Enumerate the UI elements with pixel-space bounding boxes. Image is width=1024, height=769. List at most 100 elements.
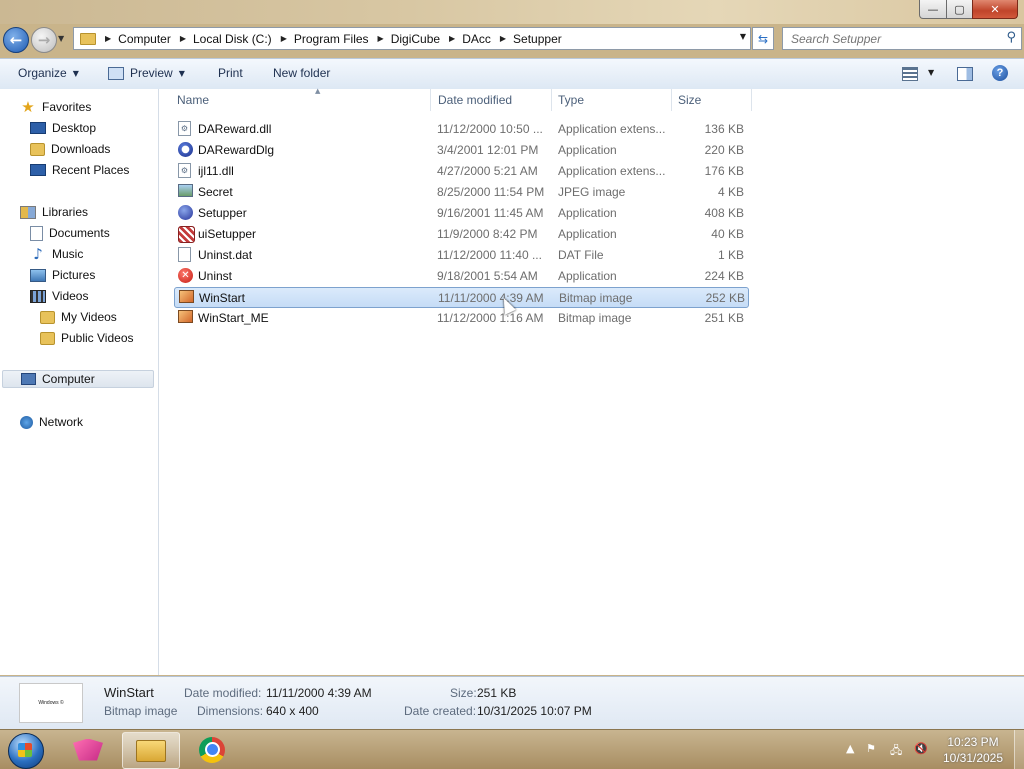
column-header-size[interactable]: Size (678, 89, 752, 111)
show-hidden-icons-icon[interactable]: ▲ (846, 742, 854, 755)
refresh-icon: ⇆ (757, 31, 769, 46)
setupper-app-icon (178, 205, 193, 220)
nav-desktop[interactable]: Desktop (30, 119, 96, 137)
taskbar-explorer-button[interactable] (122, 732, 180, 769)
details-file-name: WinStart (104, 685, 154, 700)
help-icon[interactable]: ? (992, 65, 1008, 81)
nav-recent-places[interactable]: Recent Places (30, 161, 129, 179)
new-folder-button[interactable]: New folder (273, 66, 330, 80)
taskbar-app-button[interactable] (60, 732, 116, 767)
column-header-date-modified[interactable]: Date modified (438, 89, 552, 111)
nav-my-videos[interactable]: My Videos (40, 308, 117, 326)
search-input[interactable] (789, 28, 1003, 49)
breadcrumb-setupper[interactable]: ▶ Setupper (491, 32, 562, 46)
action-center-icon[interactable]: ⚑ (866, 742, 876, 755)
clock-time: 10:23 PM (947, 735, 999, 749)
column-header-name[interactable]: Name ▲ (177, 87, 431, 111)
details-date-created-label: Date created: (404, 704, 477, 718)
app-icon (73, 738, 103, 761)
command-bar: Organize ▼ Preview ▼ Print New folder ▼ ? (0, 58, 1024, 90)
details-file-type: Bitmap image (104, 704, 178, 718)
bitmap-file-icon (179, 290, 194, 303)
file-row[interactable]: Secret 8/25/2000 11:54 PM JPEG image 4 K… (174, 182, 747, 202)
maximize-button[interactable]: ▢ (946, 0, 973, 19)
breadcrumb-program-files[interactable]: ▶ Program Files (272, 32, 369, 46)
file-row-selected[interactable]: WinStart 11/11/2000 4:39 AM Bitmap image… (174, 287, 749, 308)
file-row[interactable]: WinStart_ME 11/12/2000 1:16 AM Bitmap im… (174, 308, 747, 328)
refresh-button[interactable]: ⇆ (752, 27, 774, 50)
views-dropdown[interactable]: ▼ (928, 68, 934, 77)
address-bar[interactable]: ▶ Computer ▶ Local Disk (C:) ▶ Program File… (73, 27, 751, 50)
nav-documents[interactable]: Documents (30, 224, 110, 242)
column-header-type[interactable]: Type (558, 89, 672, 111)
folder-icon (80, 32, 96, 45)
details-dimensions-label: Dimensions: (197, 704, 264, 718)
breadcrumb-computer[interactable]: ▶ Computer (96, 32, 171, 46)
file-row[interactable]: ● DARewardDlg 3/4/2001 12:01 PM Applicat… (174, 140, 747, 160)
details-date-modified-label: Date modified: (184, 686, 262, 700)
nav-favorites[interactable]: ★ Favorites (20, 98, 91, 116)
details-date-created: 10/31/2025 10:07 PM (477, 704, 592, 718)
search-icon[interactable]: ⚲ (1006, 30, 1016, 45)
videos-icon (30, 289, 46, 303)
file-row[interactable]: uiSetupper 11/9/2000 8:42 PM Application… (174, 224, 747, 244)
breadcrumb-digicube[interactable]: ▶ DigiCube (369, 32, 441, 46)
forward-arrow-icon: → (37, 31, 51, 49)
documents-icon (30, 225, 43, 241)
recent-places-icon (30, 164, 46, 176)
music-icon: ♪ (33, 245, 43, 263)
window-titlebar (0, 0, 1024, 24)
breadcrumb-local-disk[interactable]: ▶ Local Disk (C:) (171, 32, 272, 46)
breadcrumb-dacc[interactable]: ▶ DAcc (440, 32, 491, 46)
organize-button[interactable]: Organize ▼ (18, 66, 79, 80)
libraries-icon (20, 205, 36, 219)
nav-music[interactable]: ♪ Music (30, 245, 83, 263)
dll-file-icon: ⚙ (178, 163, 191, 178)
chevron-down-icon: ▼ (178, 68, 185, 78)
file-row[interactable]: ✕ Uninst 9/18/2001 5:54 AM Application 2… (174, 266, 747, 286)
nav-videos[interactable]: Videos (30, 287, 88, 305)
network-tray-icon[interactable]: 🖧 (890, 742, 902, 761)
details-date-modified: 11/11/2000 4:39 AM (266, 686, 372, 700)
volume-muted-icon[interactable]: 🔇 (914, 742, 928, 755)
views-icon[interactable] (902, 67, 918, 81)
address-history-dropdown[interactable]: ▼ (740, 32, 746, 41)
nav-network[interactable]: Network (20, 413, 83, 431)
nav-public-videos[interactable]: Public Videos (40, 329, 134, 347)
file-list: Name ▲ Date modified Type Size ⚙ DAReward… (159, 87, 1024, 675)
file-row[interactable]: ⚙ DAReward.dll 11/12/2000 10:50 ... Appl… (174, 119, 747, 139)
application-icon: ● (178, 142, 193, 157)
minimize-button[interactable]: — (919, 0, 947, 19)
chrome-icon (199, 736, 225, 763)
print-button[interactable]: Print (218, 66, 243, 80)
system-clock[interactable]: 10:23 PM 10/31/2025 (936, 734, 1010, 766)
chevron-down-icon: ▼ (72, 68, 79, 78)
search-box[interactable]: ⚲ (782, 27, 1022, 50)
file-row[interactable]: Uninst.dat 11/12/2000 11:40 ... DAT File… (174, 245, 747, 265)
back-button[interactable]: ← (3, 27, 29, 53)
sort-ascending-icon: ▲ (315, 87, 321, 95)
nav-libraries[interactable]: Libraries (20, 203, 88, 221)
uninstall-app-icon: ✕ (178, 268, 193, 283)
taskbar: ▲ ⚑ 🖧 🔇 10:23 PM 10/31/2025 (0, 729, 1024, 769)
nav-computer[interactable]: Computer (2, 370, 154, 388)
clock-date: 10/31/2025 (942, 751, 1004, 765)
preview-button[interactable]: Preview ▼ (108, 66, 185, 80)
network-icon (20, 415, 33, 429)
nav-pictures[interactable]: Pictures (30, 266, 95, 284)
preview-pane-icon[interactable] (957, 67, 973, 81)
show-desktop-button[interactable] (1014, 730, 1024, 769)
jpeg-file-icon (178, 184, 193, 197)
file-row[interactable]: ⚙ ijl11.dll 4/27/2000 5:21 AM Applicatio… (174, 161, 747, 181)
details-size: 251 KB (477, 686, 517, 700)
taskbar-chrome-button[interactable] (184, 732, 240, 767)
navigation-pane: ★ Favorites Desktop Downloads Recent Plac… (0, 89, 159, 675)
nav-downloads[interactable]: Downloads (30, 140, 110, 158)
bitmap-file-icon (178, 310, 193, 323)
recent-pages-dropdown[interactable]: ▼ (58, 34, 64, 43)
dll-file-icon: ⚙ (178, 121, 191, 136)
forward-button[interactable]: → (31, 27, 57, 53)
file-thumbnail: Windows © (19, 683, 83, 723)
file-row[interactable]: Setupper 9/16/2001 11:45 AM Application … (174, 203, 747, 223)
close-button[interactable]: ✕ (972, 0, 1018, 19)
